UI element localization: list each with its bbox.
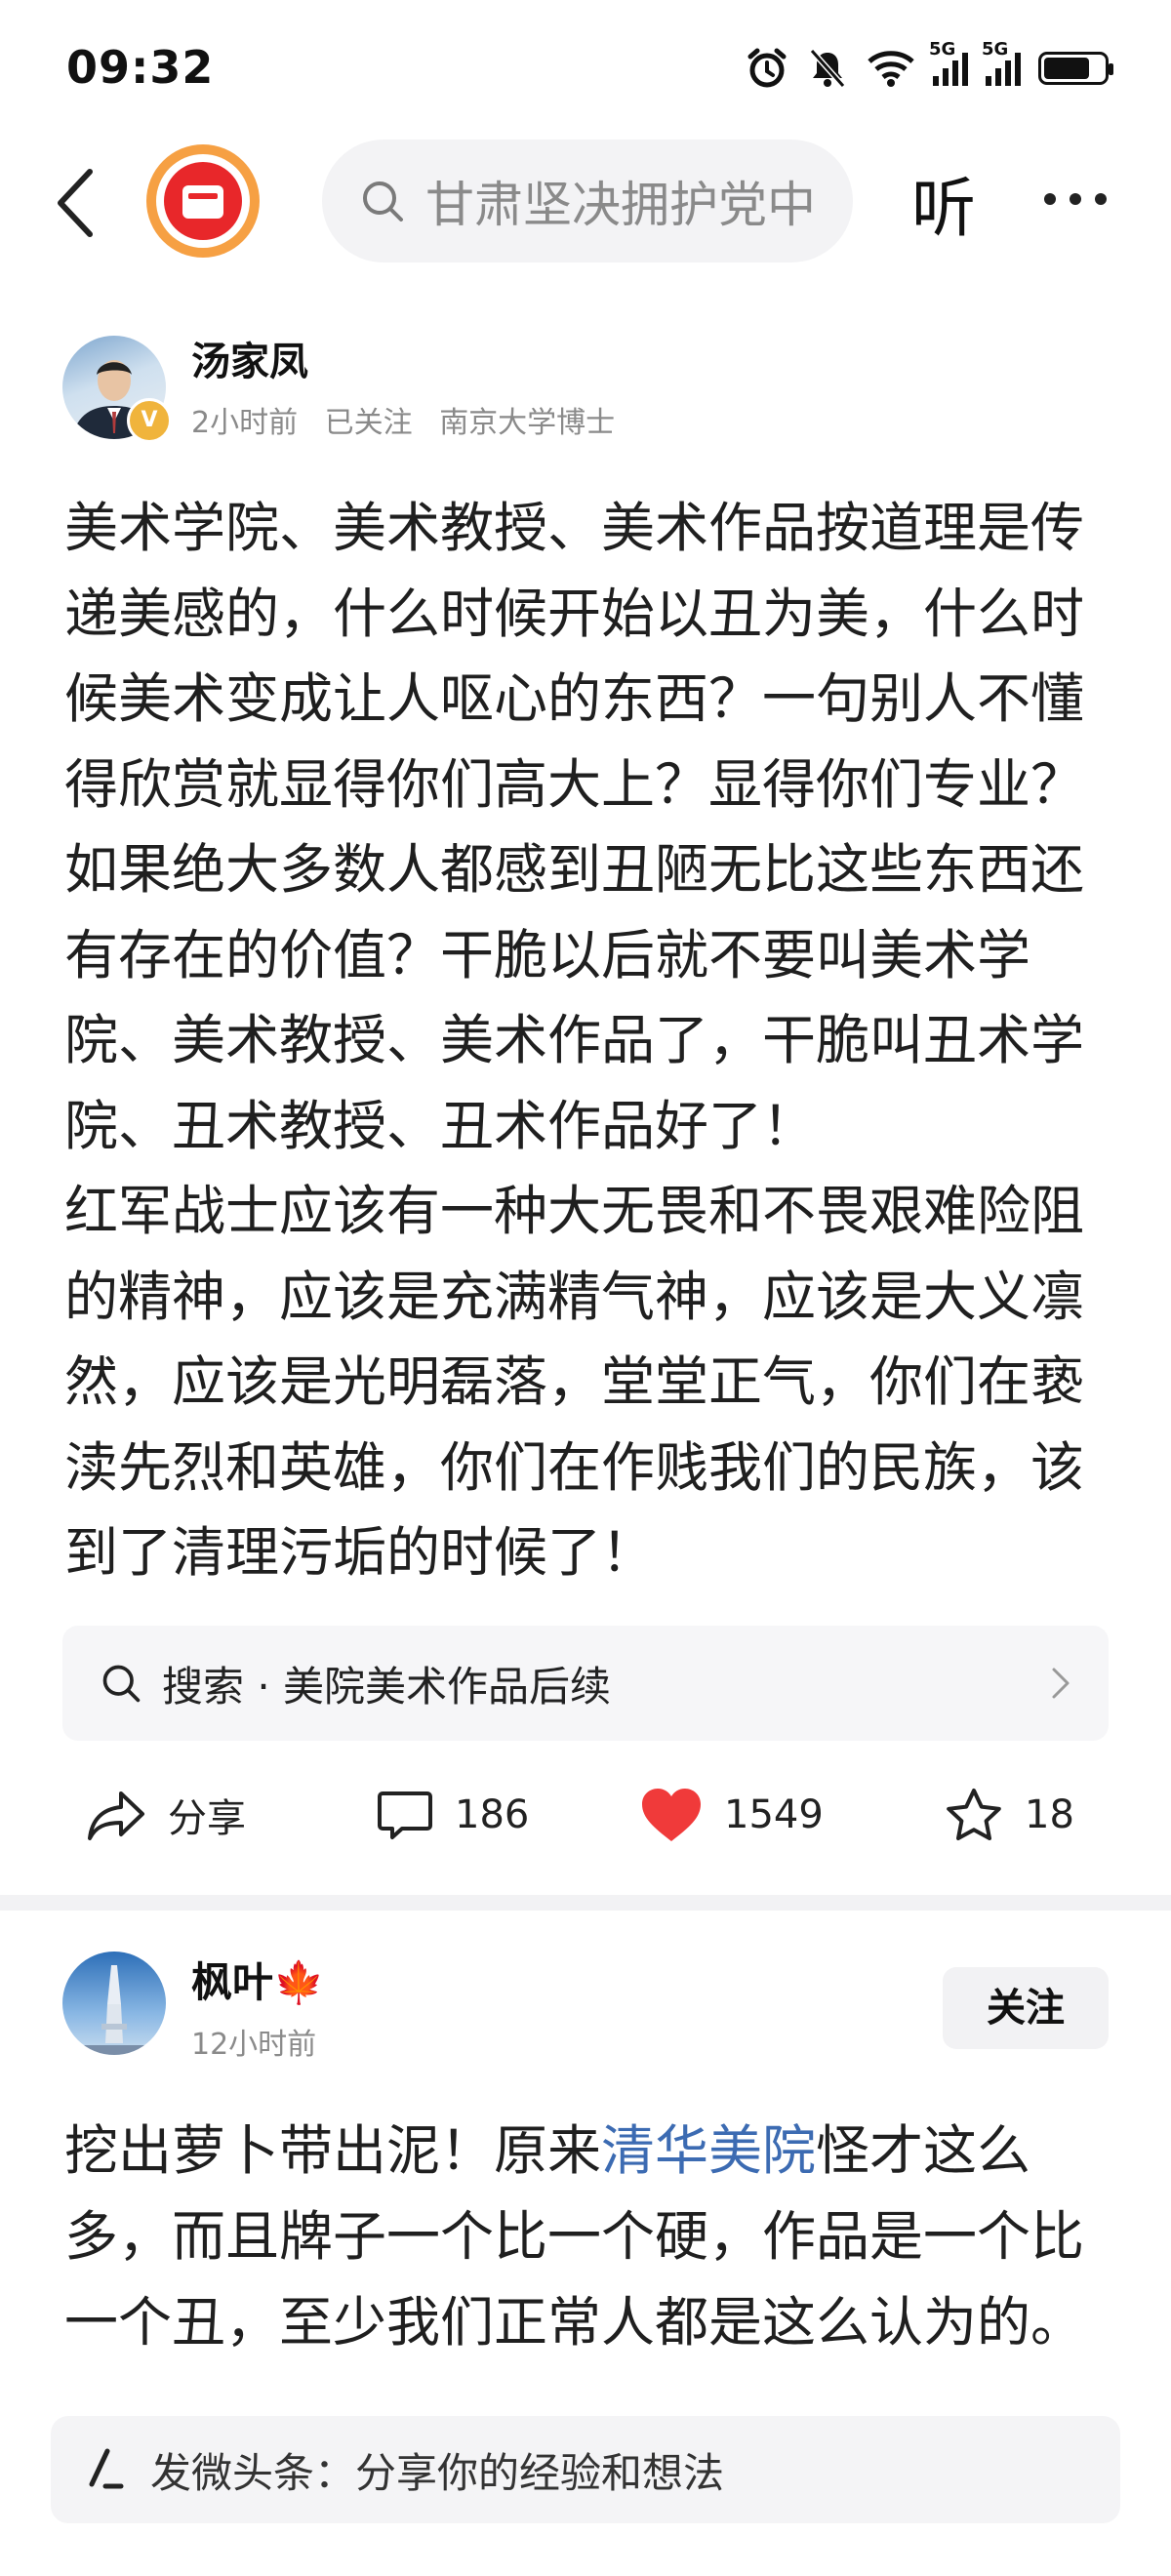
comment-button[interactable]: 186 [377,1776,529,1854]
search-icon [363,181,403,221]
comment-link[interactable]: 清华美院 [601,2119,816,2182]
like-button[interactable]: 1549 [640,1776,824,1854]
app-logo[interactable] [146,144,260,258]
post-paragraph: 红军战士应该有一种大无畏和不畏艰难险阻的精神，应该是充满精气神，应该是大义凛然，… [64,1180,1085,1584]
commenter-name[interactable]: 枫叶🍁 [191,1950,324,2009]
status-time: 09:32 [66,41,215,94]
commenter-avatar[interactable] [62,1952,166,2055]
follow-status[interactable]: 已关注 [325,406,413,440]
chevron-right-icon [1052,1668,1070,1699]
mute-icon [809,49,846,88]
pen-icon [89,2448,124,2489]
post-composer[interactable]: 发微头条：分享你的经验和想法 [51,2416,1120,2523]
search-icon [102,1665,141,1703]
wifi-icon [868,51,914,87]
comment-icon [378,1791,432,1839]
favorite-count: 18 [1025,1792,1074,1837]
author-name[interactable]: 汤家凤 [191,330,308,386]
signal-icon-2: 5G [982,39,1021,86]
more-icon[interactable] [1044,193,1107,205]
action-bar: 分享 186 1549 18 [0,1776,1171,1854]
search-bar[interactable]: 甘肃坚决拥护党中 [322,140,853,262]
comment-body: 挖出萝卜带出泥！原来清华美院怪才这么多，而且牌子一个比一个硬，作品是一个比一个丑… [64,2108,1099,2365]
related-search-text: 搜索 · 美院美术作品后续 [162,1662,612,1711]
favorite-button[interactable]: 18 [945,1776,1074,1854]
section-divider [0,1895,1171,1911]
follow-button[interactable]: 关注 [943,1967,1109,2049]
battery-icon [1038,52,1113,85]
comment-count: 186 [455,1792,530,1837]
like-count: 1549 [724,1792,824,1837]
comment-time: 12小时前 [191,2028,317,2062]
signal-icon: 5G [929,39,968,86]
heart-icon [642,1789,701,1841]
author-title: 南京大学博士 [439,406,616,440]
post-paragraph: 美术学院、美术教授、美术作品按道理是传递美感的，什么时候开始以丑为美，什么时候美… [64,497,1085,1157]
toutiao-logo-icon [182,185,223,219]
network-label-1: 5G [929,39,956,60]
share-button[interactable]: 分享 [86,1776,246,1854]
share-icon [88,1791,144,1840]
network-label-2: 5G [982,39,1009,60]
verified-badge: V [127,398,172,443]
status-icons: 5G 5G [746,39,1113,90]
back-icon[interactable] [55,168,98,238]
comment-text-before: 挖出萝卜带出泥！原来 [64,2119,602,2182]
post-body: 美术学院、美术教授、美术作品按道理是传递美感的，什么时候开始以丑为美，什么时候美… [64,486,1099,1596]
alarm-icon [747,48,787,88]
search-query: 甘肃坚决拥护党中 [425,177,816,233]
star-icon [947,1789,1001,1840]
composer-placeholder: 发微头条：分享你的经验和想法 [150,2448,725,2497]
listen-button[interactable]: 听 [911,156,976,250]
post-time: 2小时前 [191,406,299,440]
author-meta: 2小时前 已关注 南京大学博士 [191,398,632,441]
related-search[interactable]: 搜索 · 美院美术作品后续 [62,1626,1109,1741]
share-label: 分享 [168,1796,246,1841]
